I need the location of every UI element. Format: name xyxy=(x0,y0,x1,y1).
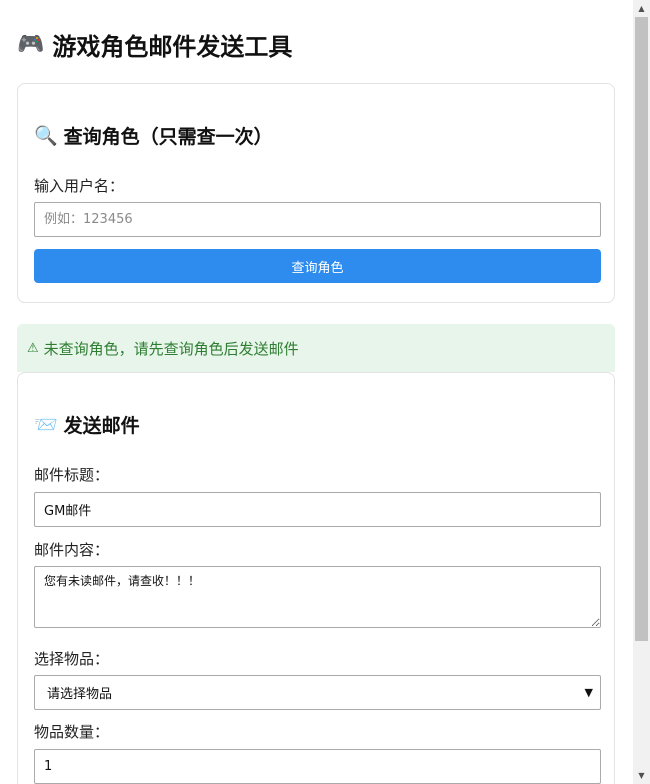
quantity-label: 物品数量： xyxy=(34,723,110,741)
status-alert-text: 未查询角色，请先查询角色后发送邮件 xyxy=(43,339,299,358)
vertical-scrollbar[interactable]: ▲ ▼ xyxy=(633,0,650,784)
quantity-input[interactable] xyxy=(34,749,601,784)
item-select[interactable]: 请选择物品 ▼ xyxy=(34,675,601,710)
warning-icon: ⚠ xyxy=(27,340,39,356)
query-role-heading-text: 查询角色（只需查一次） xyxy=(63,126,273,148)
query-role-button[interactable]: 查询角色 xyxy=(34,249,601,283)
scroll-up-arrow-icon[interactable]: ▲ xyxy=(633,0,650,17)
send-mail-heading-text: 发送邮件 xyxy=(63,415,140,437)
body-label: 邮件内容： xyxy=(34,541,110,559)
send-mail-heading: 📨 发送邮件 xyxy=(34,411,140,438)
body-textarea[interactable]: 您有未读邮件，请查收！！！ xyxy=(34,566,601,628)
query-role-heading: 🔍 查询角色（只需查一次） xyxy=(34,122,273,149)
page-title-text: 游戏角色邮件发送工具 xyxy=(52,32,293,61)
magnifier-icon: 🔍 xyxy=(34,125,58,147)
page-title: 🎮 游戏角色邮件发送工具 xyxy=(17,26,292,62)
subject-label: 邮件标题： xyxy=(34,466,110,484)
gamepad-icon: 🎮 xyxy=(17,31,45,57)
status-alert: ⚠ 未查询角色，请先查询角色后发送邮件 xyxy=(17,324,615,372)
dropdown-caret-icon: ▼ xyxy=(584,686,593,699)
envelope-icon: 📨 xyxy=(34,414,58,436)
subject-input[interactable] xyxy=(34,492,601,527)
query-role-card: 🔍 查询角色（只需查一次） 输入用户名： 查询角色 xyxy=(17,83,615,303)
item-select-value: 请选择物品 xyxy=(47,687,113,702)
username-label: 输入用户名： xyxy=(34,177,125,195)
send-mail-card: 📨 发送邮件 邮件标题： 邮件内容： 您有未读邮件，请查收！！！ 选择物品： 请… xyxy=(17,372,615,784)
item-label: 选择物品： xyxy=(34,650,110,668)
scroll-down-arrow-icon[interactable]: ▼ xyxy=(633,767,650,784)
scrollbar-thumb[interactable] xyxy=(635,17,648,641)
username-input[interactable] xyxy=(34,202,601,237)
page-content: 🎮 游戏角色邮件发送工具 🔍 查询角色（只需查一次） 输入用户名： 查询角色 ⚠… xyxy=(0,0,633,784)
viewport: 🎮 游戏角色邮件发送工具 🔍 查询角色（只需查一次） 输入用户名： 查询角色 ⚠… xyxy=(0,0,650,784)
